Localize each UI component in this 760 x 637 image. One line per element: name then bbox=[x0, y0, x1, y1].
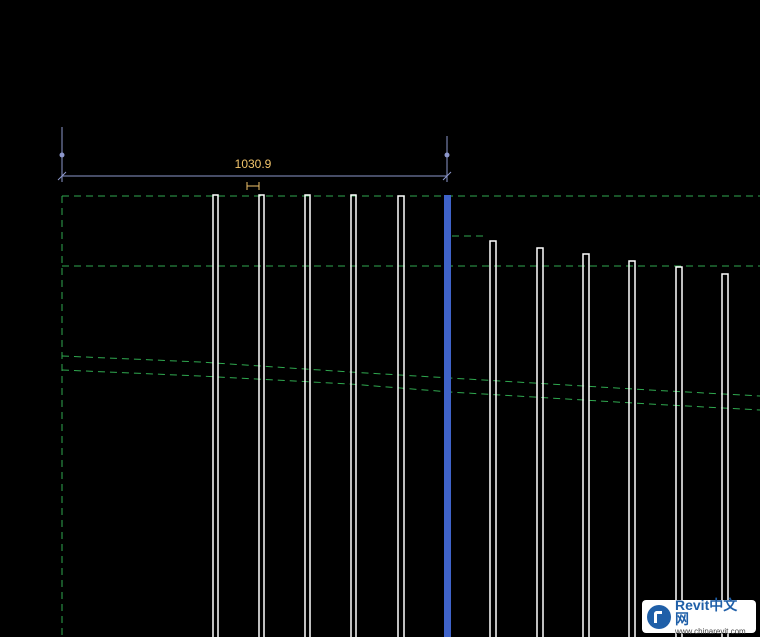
watermark-title: Revit中文网 bbox=[675, 596, 738, 627]
element-outline[interactable] bbox=[675, 266, 683, 637]
revit-logo-icon bbox=[647, 604, 671, 629]
selected-element[interactable] bbox=[444, 195, 451, 637]
dimension-drag-handle-icon[interactable] bbox=[246, 182, 260, 190]
element-outline[interactable] bbox=[304, 194, 311, 637]
watermark-url: www.chinarevit.com bbox=[675, 626, 746, 636]
dimension-grip-right[interactable] bbox=[444, 152, 450, 158]
element-outline[interactable] bbox=[397, 195, 405, 637]
element-outlines-right bbox=[489, 240, 729, 637]
element-outline[interactable] bbox=[489, 240, 497, 637]
element-outline[interactable] bbox=[582, 253, 590, 637]
element-outline[interactable] bbox=[350, 194, 357, 637]
element-outline[interactable] bbox=[628, 260, 636, 637]
sloped-line-upper bbox=[61, 355, 760, 397]
dimension-annotation[interactable]: 1030.9 bbox=[57, 127, 452, 190]
dimension-value-text[interactable]: 1030.9 bbox=[235, 157, 272, 171]
dimension-grip-left[interactable] bbox=[59, 152, 65, 158]
watermark: Revit中文网 www.chinarevit.com bbox=[642, 598, 756, 636]
reference-lines bbox=[61, 195, 760, 637]
element-outline[interactable] bbox=[258, 194, 265, 637]
element-outline[interactable] bbox=[721, 273, 729, 637]
drawing-canvas[interactable]: 1030.9 bbox=[0, 0, 760, 637]
watermark-texts: Revit中文网 www.chinarevit.com bbox=[675, 598, 751, 636]
element-outline[interactable] bbox=[212, 194, 219, 637]
element-outlines-left bbox=[212, 194, 405, 637]
element-outline[interactable] bbox=[536, 247, 544, 637]
